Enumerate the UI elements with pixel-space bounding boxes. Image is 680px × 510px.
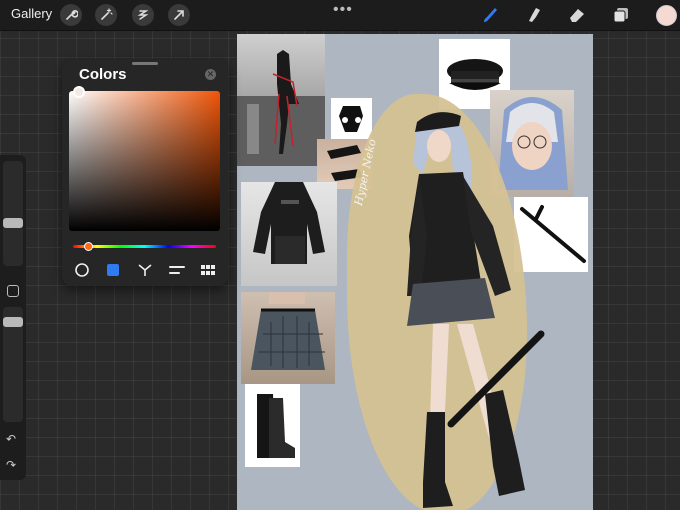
- eraser-icon[interactable]: [567, 5, 587, 25]
- boots-photo: [245, 384, 300, 467]
- hue-slider[interactable]: [73, 245, 216, 248]
- left-sidebar: ↶ ↷: [0, 155, 26, 480]
- drawing-canvas[interactable]: Hyper Neko: [237, 34, 593, 510]
- palettes-mode-icon[interactable]: [200, 262, 216, 278]
- disc-mode-icon[interactable]: [74, 262, 90, 278]
- layers-icon[interactable]: [611, 5, 631, 25]
- value-mode-icon[interactable]: [169, 262, 185, 278]
- character-illustration: [407, 112, 545, 508]
- modify-button[interactable]: [7, 285, 19, 297]
- undo-icon[interactable]: ↶: [6, 432, 16, 446]
- wrench-icon[interactable]: [60, 4, 82, 26]
- redo-icon[interactable]: ↷: [6, 458, 16, 472]
- outfit-photo: [241, 182, 337, 286]
- close-icon[interactable]: ✕: [205, 69, 216, 80]
- brush-size-slider[interactable]: [3, 161, 23, 266]
- smudge-icon[interactable]: [524, 5, 544, 25]
- more-icon[interactable]: •••: [333, 1, 353, 19]
- transform-arrow-icon[interactable]: [168, 4, 190, 26]
- saturation-brightness-field[interactable]: [69, 91, 220, 231]
- opacity-thumb[interactable]: [3, 317, 23, 327]
- selection-icon[interactable]: [132, 4, 154, 26]
- brush-icon[interactable]: [480, 5, 500, 25]
- gallery-button[interactable]: Gallery: [11, 6, 52, 21]
- colors-panel: Colors ✕: [62, 59, 228, 286]
- top-toolbar: Gallery •••: [0, 0, 680, 31]
- current-color-swatch[interactable]: [656, 5, 677, 26]
- color-picker-handle[interactable]: [73, 86, 85, 98]
- panel-grabber[interactable]: [132, 62, 158, 65]
- magic-wand-icon[interactable]: [95, 4, 117, 26]
- classic-mode-icon[interactable]: [105, 262, 121, 278]
- harmony-mode-icon[interactable]: [137, 262, 153, 278]
- brush-size-thumb[interactable]: [3, 218, 23, 228]
- colors-title: Colors: [79, 66, 127, 83]
- runway-photo: [237, 34, 325, 166]
- hue-slider-thumb[interactable]: [84, 242, 93, 251]
- skirt-photo: [241, 292, 335, 384]
